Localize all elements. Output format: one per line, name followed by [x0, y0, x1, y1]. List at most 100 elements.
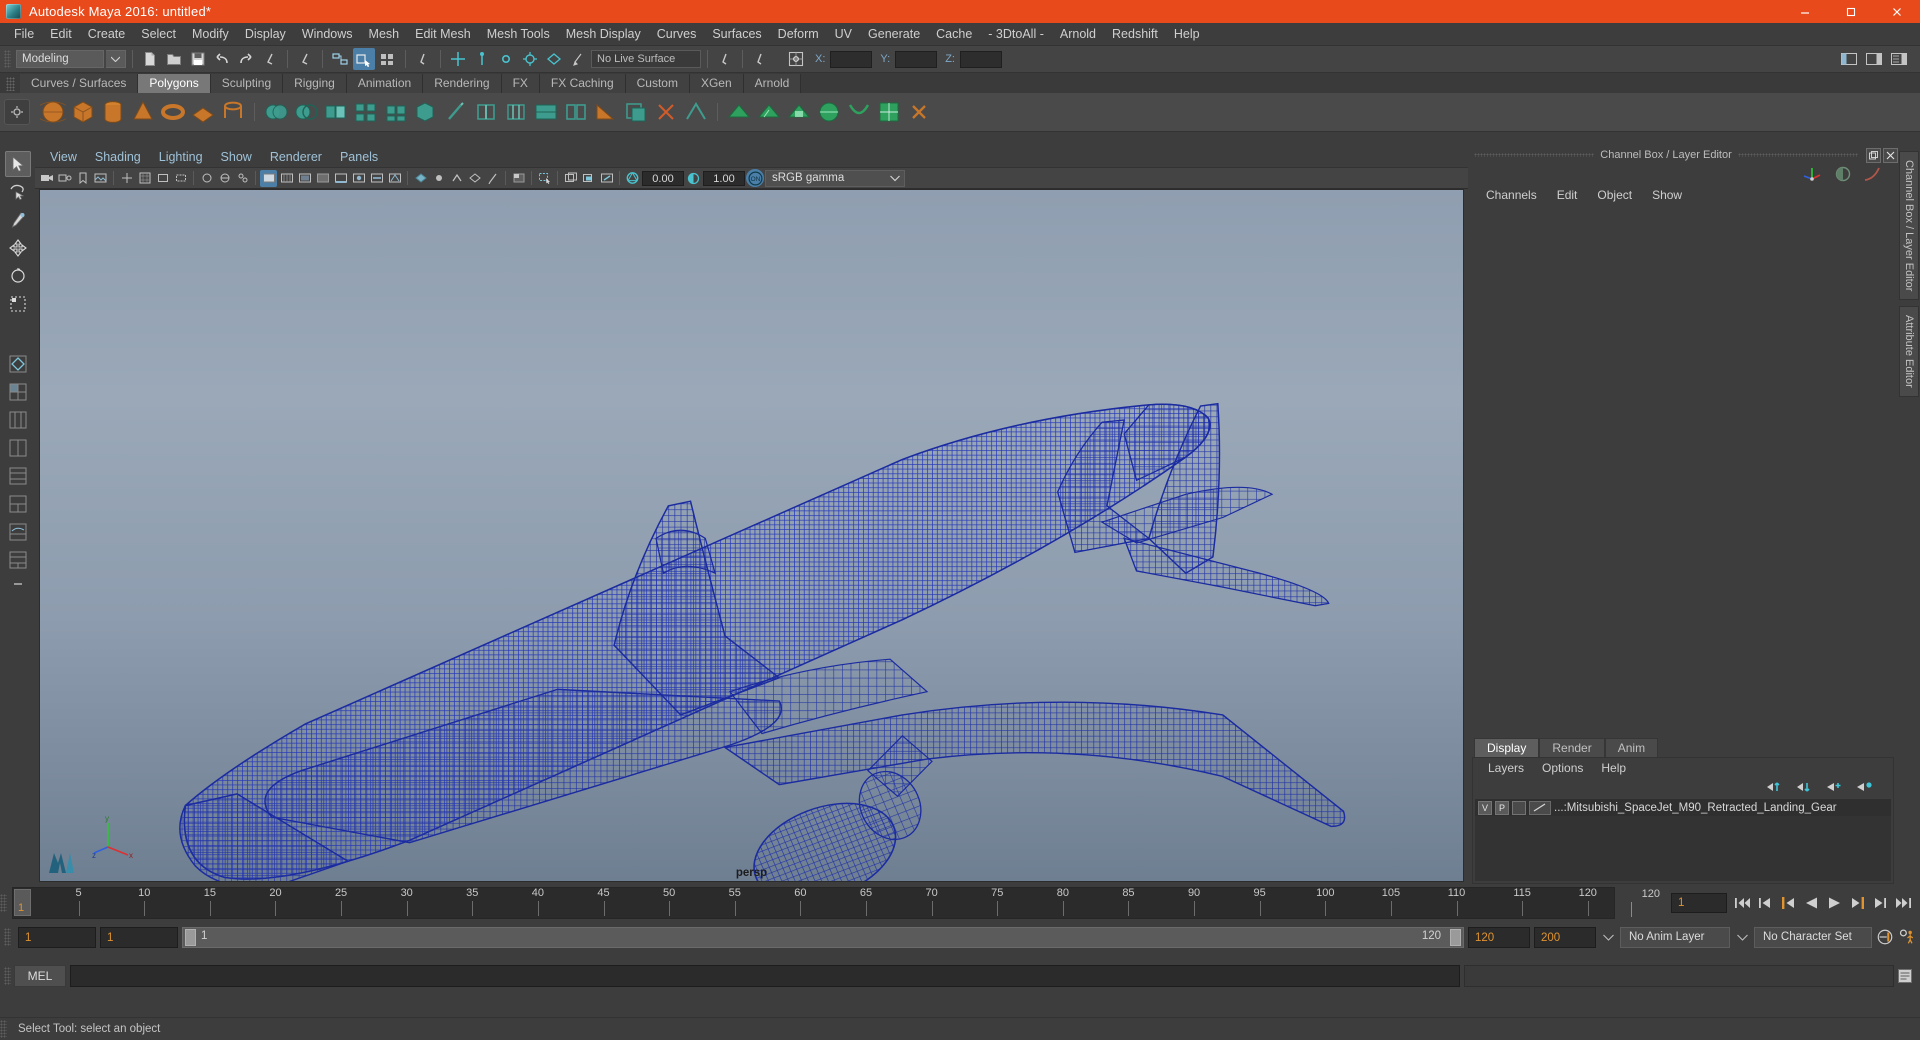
channel-box-content[interactable] — [1468, 205, 1898, 738]
lasso-select-tool-icon[interactable] — [5, 179, 31, 205]
range-end-handle[interactable] — [1450, 928, 1461, 946]
select-by-hierarchy-icon[interactable] — [259, 48, 281, 70]
go-to-end-icon[interactable] — [1894, 894, 1912, 912]
current-frame-field[interactable]: 1 — [1671, 893, 1727, 913]
layer-menu-help[interactable]: Help — [1592, 761, 1635, 775]
sculpt-geometry-icon[interactable] — [726, 99, 752, 125]
viewport-menu-lighting[interactable]: Lighting — [150, 150, 212, 164]
redo-icon[interactable] — [235, 48, 257, 70]
menu-item-help[interactable]: Help — [1166, 23, 1208, 45]
connect-components-icon[interactable] — [653, 99, 679, 125]
shading-sphere-icon[interactable] — [1834, 165, 1852, 183]
menu-item-mesh[interactable]: Mesh — [361, 23, 408, 45]
menu-item-redshift[interactable]: Redshift — [1104, 23, 1166, 45]
shelf-tab-fx-caching[interactable]: FX Caching — [539, 74, 626, 93]
gamma-icon[interactable] — [685, 170, 702, 187]
viewport-menu-shading[interactable]: Shading — [86, 150, 150, 164]
shelf-tab-sculpting[interactable]: Sculpting — [210, 74, 284, 93]
viewport-light-icon[interactable] — [430, 170, 447, 187]
duplicate-face-icon[interactable] — [623, 99, 649, 125]
layer-menu-layers[interactable]: Layers — [1479, 761, 1533, 775]
time-slider-track[interactable]: 1 5 10 15 20 25 30 35 40 45 50 55 60 65 70 75 80 85 90 95 1… — [12, 887, 1615, 919]
select-tool-icon[interactable] — [4, 151, 31, 177]
menu-set-selector[interactable]: Modeling — [16, 50, 104, 68]
polygon-plane-icon[interactable] — [190, 99, 216, 125]
camera-attributes-icon[interactable] — [56, 170, 73, 187]
last-tool-used-icon[interactable] — [5, 351, 31, 377]
anim-layer-chevron-icon[interactable] — [1600, 934, 1616, 941]
isolate-select-icon[interactable] — [198, 170, 215, 187]
uv-automatic-icon[interactable] — [816, 99, 842, 125]
xray-icon[interactable] — [216, 170, 233, 187]
shelf-tab-xgen[interactable]: XGen — [689, 74, 744, 93]
layer-tab-render[interactable]: Render — [1539, 738, 1605, 757]
menu-item-curves[interactable]: Curves — [649, 23, 705, 45]
range-slider-track[interactable]: 1 120 — [182, 926, 1464, 948]
transform-pivot-icon[interactable] — [785, 48, 807, 70]
menu-item-display[interactable]: Display — [237, 23, 294, 45]
resolution-gate-icon[interactable] — [172, 170, 189, 187]
panel-undock-icon[interactable] — [1866, 147, 1881, 163]
texture-filter-icon[interactable] — [510, 170, 527, 187]
shade-all-textured-icon[interactable] — [296, 170, 313, 187]
menu-item-arnold[interactable]: Arnold — [1052, 23, 1104, 45]
step-back-frame-icon[interactable] — [1779, 894, 1797, 912]
animation-end-time-field[interactable]: 200 — [1534, 926, 1596, 948]
shelf-options-icon[interactable] — [4, 99, 30, 125]
offset-edge-loop-icon[interactable] — [503, 99, 529, 125]
uv-layout-icon[interactable] — [876, 99, 902, 125]
help-line-grip[interactable] — [0, 1020, 7, 1038]
shelf-tab-animation[interactable]: Animation — [346, 74, 424, 93]
layer-display-type-toggle[interactable] — [1512, 800, 1526, 815]
x-coordinate-field[interactable] — [830, 50, 873, 68]
polygon-torus-icon[interactable] — [160, 99, 186, 125]
go-to-start-icon[interactable] — [1733, 894, 1751, 912]
history-toggle-icon[interactable] — [714, 48, 736, 70]
paint-select-tool-icon[interactable] — [5, 207, 31, 233]
persp-graph-layout-icon[interactable] — [5, 519, 31, 545]
use-all-lights-icon[interactable] — [314, 170, 331, 187]
step-forward-key-icon[interactable] — [1871, 894, 1889, 912]
marquee-select-icon[interactable] — [536, 170, 553, 187]
uv-cut-icon[interactable] — [906, 99, 932, 125]
move-tool-icon[interactable] — [5, 235, 31, 261]
menu-item-modify[interactable]: Modify — [184, 23, 237, 45]
menu-item-cache[interactable]: Cache — [928, 23, 980, 45]
move-layer-down-icon[interactable] — [1795, 780, 1813, 794]
uv-planar-icon[interactable] — [786, 99, 812, 125]
insert-edge-loop-icon[interactable] — [473, 99, 499, 125]
color-management-selector[interactable]: sRGB gamma — [765, 169, 905, 187]
layer-playback-toggle[interactable]: P — [1495, 800, 1509, 815]
channel-menu-edit[interactable]: Edit — [1547, 188, 1588, 202]
uv-unfold-icon[interactable] — [846, 99, 872, 125]
crease-tool-icon[interactable] — [683, 99, 709, 125]
component-mask-icon[interactable] — [412, 48, 434, 70]
channel-menu-show[interactable]: Show — [1642, 188, 1692, 202]
smooth-icon[interactable] — [383, 99, 409, 125]
maximize-icon[interactable] — [1828, 0, 1874, 23]
move-layer-up-icon[interactable] — [1765, 780, 1783, 794]
layer-row[interactable]: V P ...:Mitsubishi_SpaceJet_M90_Retracte… — [1475, 799, 1891, 816]
wedge-icon[interactable] — [593, 99, 619, 125]
multisample-aa-icon[interactable] — [386, 170, 403, 187]
select-by-hierarchy-root-icon[interactable] — [329, 48, 351, 70]
anim-layer-selector[interactable]: No Anim Layer — [1620, 926, 1730, 948]
xray-joints-icon[interactable] — [234, 170, 251, 187]
layer-tab-display[interactable]: Display — [1474, 738, 1540, 757]
snap-to-grid-icon[interactable] — [447, 48, 469, 70]
exposure-field[interactable]: 0.00 — [642, 170, 684, 186]
command-input-field[interactable] — [70, 965, 1460, 987]
z-coordinate-field[interactable] — [959, 50, 1002, 68]
image-plane-icon[interactable] — [92, 170, 109, 187]
persp-outliner-graph-layout-icon[interactable] — [5, 547, 31, 573]
polygon-cylinder-icon[interactable] — [100, 99, 126, 125]
range-end-time-field[interactable]: 120 — [1468, 926, 1530, 948]
multi-cut-icon[interactable] — [443, 99, 469, 125]
gamma-field[interactable]: 1.00 — [703, 170, 745, 186]
polygon-pipe-icon[interactable] — [220, 99, 246, 125]
smooth-shade-all-icon[interactable] — [278, 170, 295, 187]
color-management-toggle-icon[interactable]: ON — [746, 169, 764, 187]
wireframe-shading-icon[interactable] — [260, 169, 277, 187]
single-view-layout-icon[interactable] — [5, 407, 31, 433]
toolbox-collapse-icon[interactable] — [7, 575, 29, 593]
